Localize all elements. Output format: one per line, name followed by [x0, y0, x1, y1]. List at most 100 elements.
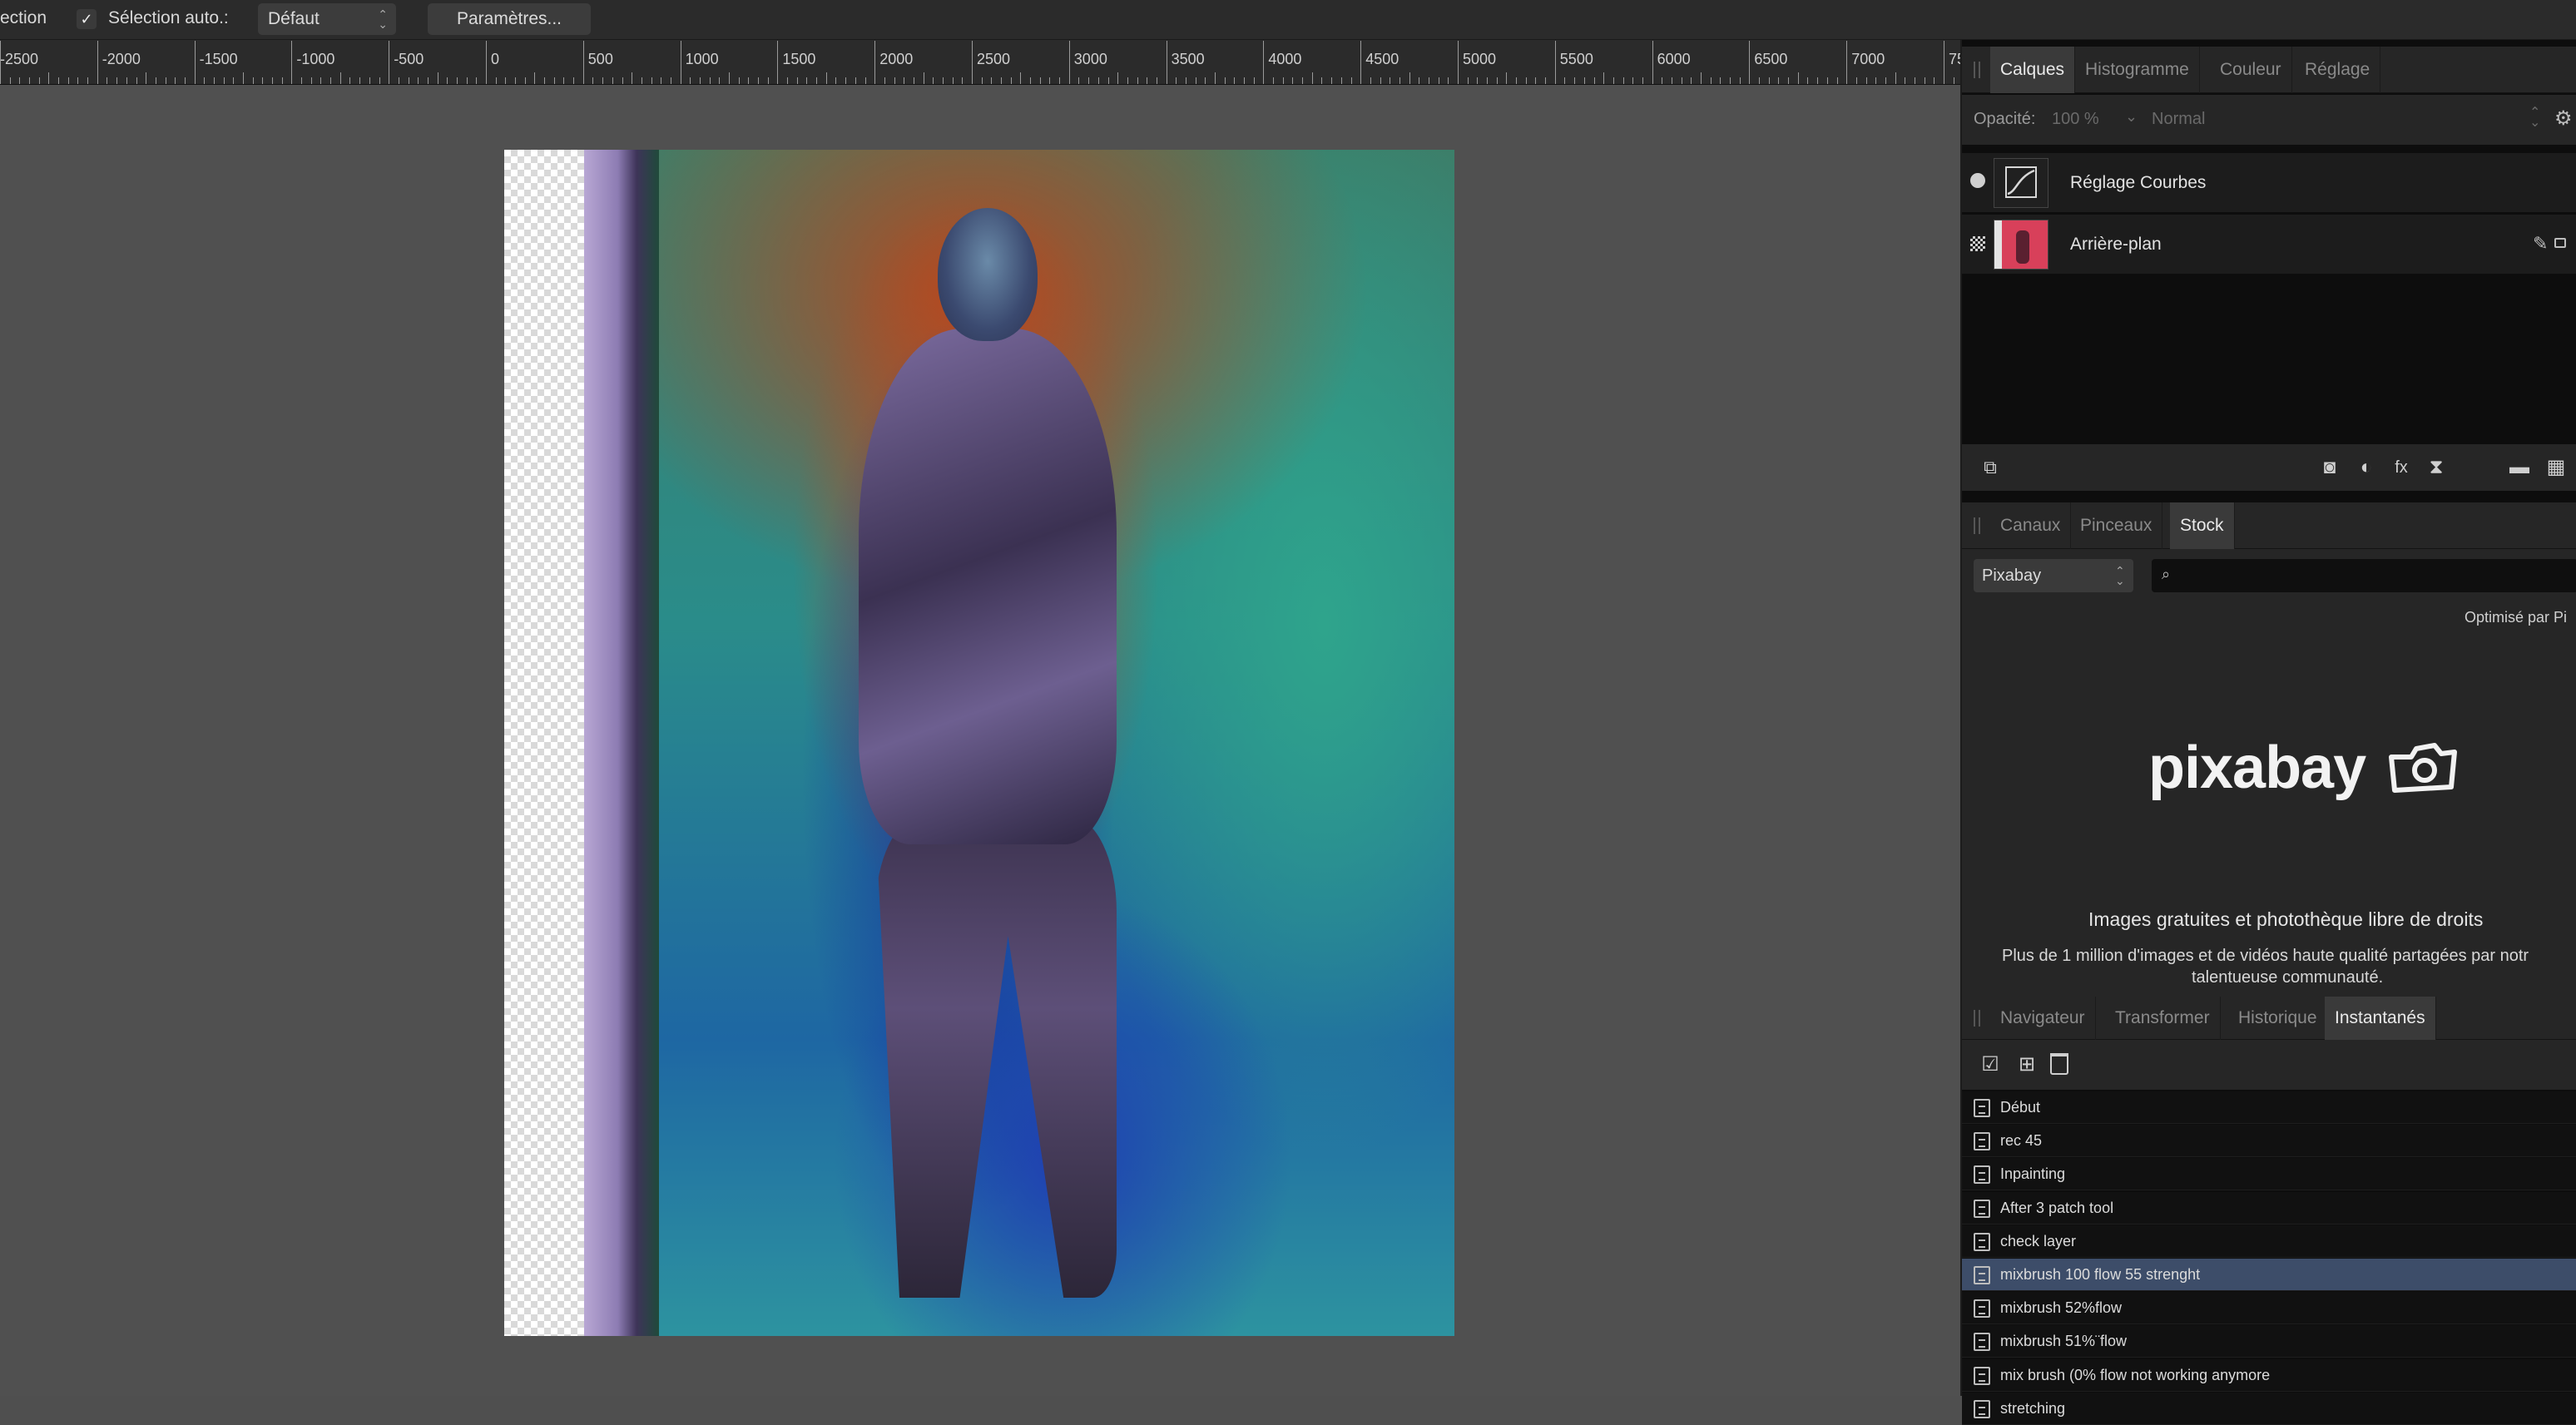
- powered-by-link[interactable]: Optimisé par Pi: [2465, 609, 2567, 626]
- ruler-minor-tick: [1895, 72, 1896, 84]
- ruler-major-tick: [1554, 41, 1556, 84]
- stock-headline: Images gratuites et photothèque libre de…: [2088, 908, 2484, 930]
- tab-canaux[interactable]: Canaux: [1990, 502, 2072, 549]
- layer-row[interactable]: Réglage Courbes: [1962, 153, 2576, 213]
- blend-mode-dropdown[interactable]: Normal: [2152, 110, 2205, 129]
- ruler-minor-tick: [835, 77, 837, 84]
- tab-navigateur[interactable]: Navigateur: [1990, 997, 2096, 1040]
- ruler-label: 7000: [1851, 51, 1885, 67]
- panel-grip-icon[interactable]: [1974, 1010, 1980, 1027]
- snapshot-item[interactable]: check layer: [1962, 1225, 2576, 1258]
- horizontal-ruler[interactable]: -2500 -2000 -1500 -1000 -500 0 500 1000 1500 2000…: [0, 40, 1960, 85]
- ruler-label: 6000: [1657, 51, 1691, 67]
- tab-instantanes[interactable]: Instantanés: [2325, 997, 2436, 1040]
- stock-description-line2: talentueuse communauté.: [2192, 968, 2384, 987]
- ruler-minor-tick: [320, 77, 322, 84]
- context-toolbar: ection ✓ Sélection auto.: Défaut ⌃ ⌄ Para…: [0, 0, 2576, 40]
- restore-snapshot-icon[interactable]: ☑: [1979, 1053, 2002, 1076]
- settings-button[interactable]: Paramètres...: [428, 3, 591, 35]
- opacity-value[interactable]: 100 %: [2052, 110, 2099, 129]
- ruler-minor-tick: [738, 77, 740, 84]
- figure-head: [938, 208, 1038, 341]
- adjustment-icon[interactable]: ◐: [2355, 456, 2378, 479]
- ruler-minor-tick: [709, 77, 711, 84]
- snapshot-item[interactable]: mixbrush 51%¨flow: [1962, 1325, 2576, 1358]
- ruler-minor-tick: [243, 72, 244, 84]
- auto-select-label: Sélection auto.:: [108, 8, 229, 27]
- ruler-minor-tick: [534, 72, 536, 84]
- layer-stack-icon[interactable]: ⧉: [1979, 456, 2002, 479]
- snapshot-icon: [1974, 1266, 1990, 1284]
- ruler-major-tick: [972, 41, 973, 84]
- ruler-minor-tick: [1097, 77, 1099, 84]
- snapshot-item[interactable]: Inpainting: [1962, 1158, 2576, 1191]
- folder-icon[interactable]: ▬: [2508, 456, 2531, 479]
- layer-row[interactable]: Arrière-plan ✎: [1962, 215, 2576, 275]
- tab-transformer[interactable]: Transformer: [2105, 997, 2221, 1040]
- ruler-minor-tick: [48, 72, 50, 84]
- ruler-minor-tick: [612, 77, 613, 84]
- gear-icon[interactable]: ⚙: [2554, 106, 2573, 131]
- snapshot-item[interactable]: stretching: [1962, 1392, 2576, 1425]
- trash-icon[interactable]: [2050, 1053, 2068, 1075]
- snapshot-label: rec 45: [2000, 1132, 2043, 1150]
- ruler-major-tick: [777, 41, 779, 84]
- ruler-minor-tick: [1865, 77, 1867, 84]
- ruler-minor-tick: [1010, 77, 1012, 84]
- snapshot-item[interactable]: mixbrush 100 flow 55 strenght: [1962, 1259, 2576, 1291]
- ruler-minor-tick: [651, 77, 652, 84]
- tab-histogramme[interactable]: Histogramme: [2075, 47, 2200, 93]
- tab-pinceaux[interactable]: Pinceaux: [2070, 502, 2163, 549]
- ruler-minor-tick: [369, 77, 370, 84]
- ruler-minor-tick: [1768, 77, 1770, 84]
- pixel-layer-icon[interactable]: ▦: [2544, 456, 2568, 479]
- snapshot-item[interactable]: mix brush (0% flow not working anymore: [1962, 1358, 2576, 1392]
- ruler-major-tick: [1652, 41, 1653, 84]
- pencil-icon[interactable]: ✎: [2533, 233, 2548, 255]
- lock-icon[interactable]: [2554, 238, 2566, 248]
- stock-controls: Pixabay ⌃ ⌄ ⌕ Optimisé par Pi: [1962, 549, 2576, 642]
- snapshot-item[interactable]: mixbrush 52%flow: [1962, 1292, 2576, 1325]
- ruler-minor-tick: [1078, 77, 1080, 84]
- ruler-major-tick: [1458, 41, 1459, 84]
- snapshot-item[interactable]: After 3 patch tool: [1962, 1191, 2576, 1225]
- ruler-label: -500: [394, 51, 424, 67]
- live-filter-icon[interactable]: ⧗: [2425, 456, 2448, 479]
- snapshot-item[interactable]: Début: [1962, 1091, 2576, 1124]
- visibility-toggle-icon[interactable]: [1970, 173, 1985, 188]
- add-snapshot-icon[interactable]: ⊞: [2015, 1053, 2039, 1076]
- stock-search-input[interactable]: ⌕: [2152, 559, 2576, 592]
- ruler-minor-tick: [1467, 77, 1469, 84]
- ruler-label: -2500: [0, 51, 39, 67]
- canvas-area[interactable]: [0, 85, 1960, 1396]
- visibility-toggle-icon[interactable]: [1970, 236, 1985, 251]
- snapshots-tabbar: Navigateur Transformer Historique Instan…: [1962, 997, 2576, 1040]
- panel-grip-icon[interactable]: [1974, 517, 1980, 534]
- tab-couleur[interactable]: Couleur: [2210, 47, 2292, 93]
- snapshot-icon: [1974, 1165, 1990, 1185]
- mask-icon[interactable]: ◙: [2318, 456, 2341, 479]
- fx-icon[interactable]: fx: [2390, 456, 2413, 479]
- panel-grip-icon[interactable]: [1974, 62, 1980, 78]
- tab-historique[interactable]: Historique: [2228, 997, 2328, 1040]
- pixabay-logo: pixabay: [2148, 734, 2457, 814]
- ruler-minor-tick: [310, 77, 312, 84]
- stock-content: pixabay Images gratuites et photothèque …: [1962, 642, 2576, 997]
- ruler-minor-tick: [1020, 72, 1022, 84]
- chevron-down-icon[interactable]: ⌄: [2125, 108, 2138, 126]
- ruler-minor-tick: [544, 77, 546, 84]
- tab-stock[interactable]: Stock: [2170, 502, 2235, 549]
- auto-select-checkbox[interactable]: ✓: [77, 9, 97, 29]
- ruler-minor-tick: [58, 77, 60, 84]
- ruler-minor-tick: [1477, 77, 1479, 84]
- stock-source-dropdown[interactable]: Pixabay ⌃ ⌄: [1974, 559, 2133, 592]
- ruler-minor-tick: [339, 72, 341, 84]
- chevron-updown-icon: ⌃ ⌄: [2115, 564, 2125, 587]
- auto-select-mode-dropdown[interactable]: Défaut ⌃ ⌄: [258, 3, 396, 35]
- snapshot-item[interactable]: rec 45: [1962, 1125, 2576, 1158]
- document[interactable]: [504, 150, 1454, 1336]
- chevron-updown-icon[interactable]: ⌃ ⌄: [2529, 106, 2540, 130]
- tab-reglage[interactable]: Réglage: [2295, 47, 2381, 93]
- ruler-label: 3500: [1171, 51, 1205, 67]
- tab-calques[interactable]: Calques: [1990, 47, 2076, 93]
